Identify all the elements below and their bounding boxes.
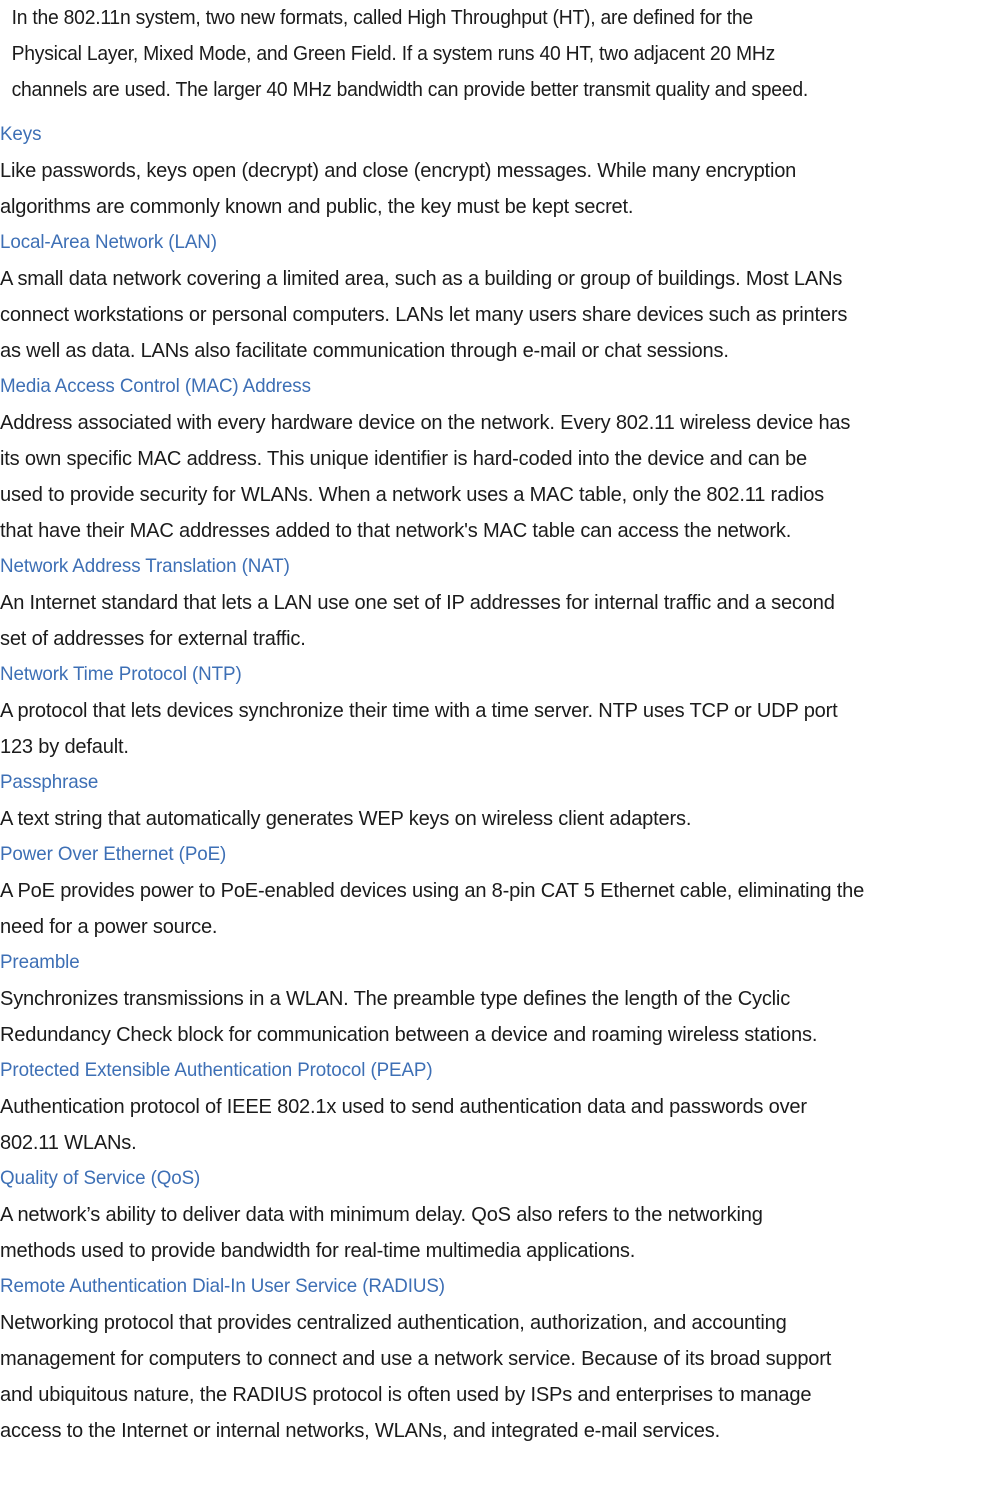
intro-line: channels are used. The larger 40 MHz ban…: [11, 79, 809, 101]
glossary-term-heading: Remote Authentication Dial-In User Servi…: [0, 1276, 445, 1297]
glossary-definition-line: its own specific MAC address. This uniqu…: [0, 447, 807, 470]
glossary-definition-line: Synchronizes transmissions in a WLAN. Th…: [0, 987, 791, 1010]
glossary-term-heading: Media Access Control (MAC) Address: [0, 376, 311, 397]
glossary-definition-line: need for a power source.: [0, 915, 218, 938]
glossary-term-heading: Preamble: [0, 952, 80, 973]
glossary-term-heading: Passphrase: [0, 772, 99, 793]
glossary-definition-line: and ubiquitous nature, the RADIUS protoc…: [0, 1383, 812, 1406]
glossary-entry: Network Time Protocol (NTP) A protocol th…: [0, 657, 984, 765]
glossary-definition-line: that have their MAC addresses added to t…: [0, 519, 792, 542]
glossary-definition-line: as well as data. LANs also facilitate co…: [0, 339, 729, 362]
glossary-entry: Quality of Service (QoS) A network’s abil…: [0, 1161, 984, 1269]
glossary-entry-list: Keys Like passwords, keys open (decrypt) …: [0, 117, 984, 1449]
glossary-definition-line: access to the Internet or internal netwo…: [0, 1419, 720, 1442]
glossary-definition-line: A protocol that lets devices synchronize…: [0, 699, 838, 722]
glossary-entry: Remote Authentication Dial-In User Servi…: [0, 1269, 984, 1449]
glossary-definition-line: A small data network covering a limited …: [0, 267, 843, 290]
glossary-definition-line: set of addresses for external traffic.: [0, 627, 306, 650]
glossary-definition-line: A PoE provides power to PoE-enabled devi…: [0, 879, 865, 902]
glossary-definition-line: Redundancy Check block for communication…: [0, 1023, 818, 1046]
glossary-definition-line: used to provide security for WLANs. When…: [0, 483, 825, 506]
glossary-term-heading: Local-Area Network (LAN): [0, 232, 217, 253]
glossary-definition-line: A network’s ability to deliver data with…: [0, 1203, 763, 1226]
glossary-entry: Media Access Control (MAC) Address Addres…: [0, 369, 984, 549]
glossary-entry: Protected Extensible Authentication Prot…: [0, 1053, 984, 1161]
document-page: In the 802.11n system, two new formats, …: [0, 0, 984, 1496]
intro-paragraph: In the 802.11n system, two new formats, …: [0, 0, 984, 108]
intro-line: In the 802.11n system, two new formats, …: [11, 7, 754, 29]
glossary-definition-line: An Internet standard that lets a LAN use…: [0, 591, 835, 614]
glossary-definition-line: Networking protocol that provides centra…: [0, 1311, 787, 1334]
glossary-term-heading: Network Time Protocol (NTP): [0, 664, 242, 685]
glossary-definition-line: management for computers to connect and …: [0, 1347, 832, 1370]
glossary-entry: Local-Area Network (LAN) A small data net…: [0, 225, 984, 369]
intro-line: Physical Layer, Mixed Mode, and Green Fi…: [11, 43, 776, 65]
glossary-term-heading: Power Over Ethernet (PoE): [0, 844, 227, 865]
glossary-definition-line: algorithms are commonly known and public…: [0, 195, 634, 218]
glossary-definition-line: methods used to provide bandwidth for re…: [0, 1239, 636, 1262]
glossary-entry: Preamble Synchronizes transmissions in a …: [0, 945, 984, 1053]
glossary-entry: Network Address Translation (NAT) An Inte…: [0, 549, 984, 657]
glossary-definition-line: 123 by default.: [0, 735, 129, 758]
glossary-term-heading: Keys: [0, 124, 42, 145]
glossary-definition-line: Authentication protocol of IEEE 802.1x u…: [0, 1095, 807, 1118]
glossary-entry: Passphrase A text string that automatical…: [0, 765, 984, 837]
glossary-entry: Keys Like passwords, keys open (decrypt) …: [0, 117, 984, 225]
glossary-definition-line: A text string that automatically generat…: [0, 807, 692, 830]
glossary-term-heading: Network Address Translation (NAT): [0, 556, 290, 577]
glossary-definition-line: Address associated with every hardware d…: [0, 411, 851, 434]
glossary-term-heading: Protected Extensible Authentication Prot…: [0, 1060, 433, 1081]
glossary-definition-line: connect workstations or personal compute…: [0, 303, 848, 326]
glossary-definition-line: Like passwords, keys open (decrypt) and …: [0, 159, 797, 182]
glossary-entry: Power Over Ethernet (PoE) A PoE provides …: [0, 837, 984, 945]
glossary-document: In the 802.11n system, two new formats, …: [0, 0, 984, 1449]
glossary-term-heading: Quality of Service (QoS): [0, 1168, 201, 1189]
glossary-definition-line: 802.11 WLANs.: [0, 1131, 137, 1154]
